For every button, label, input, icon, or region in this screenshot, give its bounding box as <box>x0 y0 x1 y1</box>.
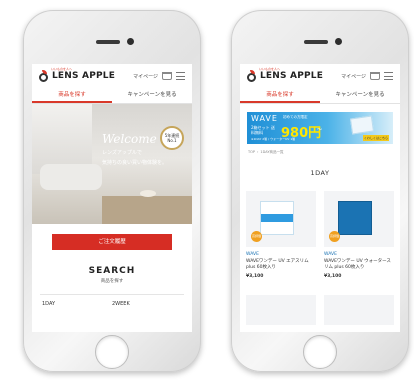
hero-banner[interactable]: Welcome レンズアップルで 気持ちの良い買い物体験を。 5年連続 No.1 <box>32 104 192 224</box>
lens-box-icon <box>349 115 375 135</box>
product-card[interactable] <box>324 295 394 325</box>
tab-campaign[interactable]: キャンペーンを見る <box>112 88 192 103</box>
mypage-link[interactable]: マイページ <box>133 73 158 80</box>
screen-right: いいものを人へ LENS APPLE マイページ 商品を探す キャンペーンを見る… <box>240 64 400 332</box>
site-header: いいものを人へ LENS APPLE マイページ <box>240 64 400 88</box>
speaker <box>304 40 328 44</box>
product-card[interactable] <box>246 295 316 325</box>
home-button[interactable] <box>95 335 129 369</box>
category-list: 1DAY 2WEEK <box>32 295 192 313</box>
logo-tagline: いいものを人へ <box>259 66 281 71</box>
logo[interactable]: いいものを人へ LENS APPLE <box>39 67 116 82</box>
banner-sub: 初めての方限定 <box>283 115 308 119</box>
wave-campaign-banner[interactable]: WAVE 初めての方限定 2箱セット 送料無料 980円 〜 ※1DAY 2箱 … <box>247 112 393 144</box>
banner-set-text: 2箱セット 送料無料 <box>251 125 275 135</box>
hero-welcome: Welcome <box>102 132 157 146</box>
product-card[interactable]: 高評価 WAVE WAVEワンデー UV エアスリム plus 60枚入り ¥3… <box>246 191 316 279</box>
logo-tagline: いいものを人へ <box>51 66 73 71</box>
hero-line2: 気持ちの良い買い物体験を。 <box>102 160 168 166</box>
banner-note: ※1DAY 2箱 / ウォーターUV 1箱 <box>251 137 296 141</box>
tab-campaign[interactable]: キャンペーンを見る <box>320 88 400 103</box>
breadcrumb-separator-icon: › <box>257 150 259 154</box>
order-history-button[interactable]: ご注文履歴 <box>52 234 172 250</box>
menu-icon[interactable] <box>176 72 185 80</box>
search-subtitle: 商品を探す <box>100 279 124 284</box>
home-button[interactable] <box>303 335 337 369</box>
cart-icon[interactable] <box>370 72 380 80</box>
phone-right: いいものを人へ LENS APPLE マイページ 商品を探す キャンペーンを見る… <box>231 10 409 372</box>
tab-find-products[interactable]: 商品を探す <box>240 88 320 103</box>
logo-text: LENS APPLE <box>260 71 324 81</box>
award-badge: 5年連続 No.1 <box>160 126 184 150</box>
rating-badge: 高評価 <box>329 231 340 242</box>
product-image[interactable] <box>246 295 316 325</box>
product-name[interactable]: WAVEワンデー UV エアスリム plus 60枚入り <box>246 259 316 271</box>
product-image[interactable]: 高評価 <box>324 191 394 247</box>
breadcrumb: TOP › 1DAY商品一覧 <box>240 144 400 155</box>
banner-brand: WAVE <box>251 114 278 123</box>
logo[interactable]: いいものを人へ LENS APPLE <box>247 67 324 82</box>
camera <box>335 38 342 45</box>
product-grid: 高評価 WAVE WAVEワンデー UV エアスリム plus 60枚入り ¥3… <box>240 177 400 279</box>
hero-line1: レンズアップルで <box>102 150 142 156</box>
product-image[interactable]: 高評価 <box>246 191 316 247</box>
breadcrumb-current: 1DAY商品一覧 <box>260 150 284 154</box>
tab-find-products[interactable]: 商品を探す <box>32 88 112 103</box>
camera <box>127 38 134 45</box>
category-2week[interactable]: 2WEEK <box>112 301 182 307</box>
product-name[interactable]: WAVEワンデー UV ウォータースリム plus 60枚入り <box>324 259 394 271</box>
banner-tilde: 〜 <box>317 127 323 133</box>
mypage-link[interactable]: マイページ <box>341 73 366 80</box>
product-grid-row-2 <box>240 279 400 325</box>
logo-text: LENS APPLE <box>52 71 116 81</box>
apple-logo-icon <box>247 69 257 82</box>
product-price: ¥3,100 <box>324 274 342 279</box>
product-brand: WAVE <box>246 252 259 257</box>
cart-icon[interactable] <box>162 72 172 80</box>
apple-logo-icon <box>39 69 49 82</box>
screen-left: いいものを人へ LENS APPLE マイページ 商品を探す キャンペーンを見る… <box>32 64 192 332</box>
main-tabs: 商品を探す キャンペーンを見る <box>240 88 400 104</box>
list-title: 1DAY <box>310 169 330 177</box>
product-brand: WAVE <box>324 252 337 257</box>
product-image[interactable] <box>324 295 394 325</box>
menu-icon[interactable] <box>384 72 393 80</box>
breadcrumb-top[interactable]: TOP <box>248 150 255 154</box>
rating-badge: 高評価 <box>251 231 262 242</box>
product-card[interactable]: 高評価 WAVE WAVEワンデー UV ウォータースリム plus 60枚入り… <box>324 191 394 279</box>
search-title: SEARCH <box>88 266 136 276</box>
phone-left: いいものを人へ LENS APPLE マイページ 商品を探す キャンペーンを見る… <box>23 10 201 372</box>
main-tabs: 商品を探す キャンペーンを見る <box>32 88 192 104</box>
banner-detail-button[interactable]: くわしくはこちら <box>363 135 389 141</box>
speaker <box>96 40 120 44</box>
product-price: ¥3,100 <box>246 274 264 279</box>
category-1day[interactable]: 1DAY <box>42 301 112 307</box>
site-header: いいものを人へ LENS APPLE マイページ <box>32 64 192 88</box>
